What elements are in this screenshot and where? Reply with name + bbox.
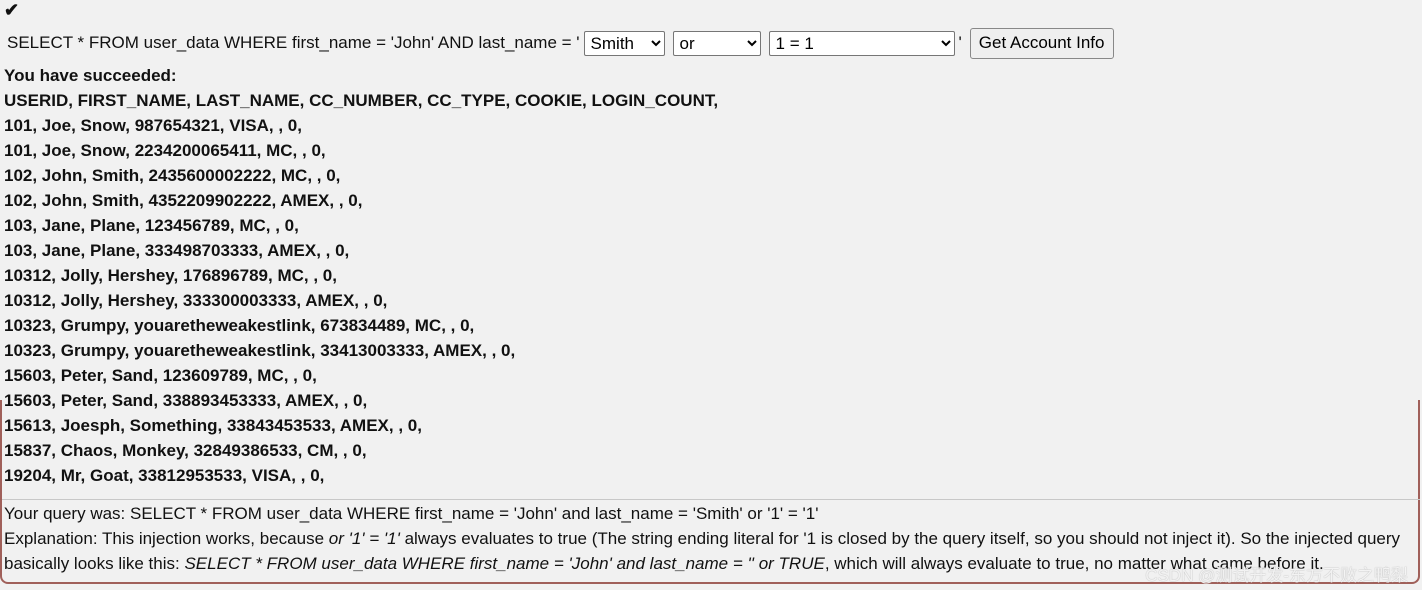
last-name-select[interactable]: Smith — [583, 30, 665, 56]
result-row: 101, Joe, Snow, 987654321, VISA, , 0, — [4, 116, 302, 135]
result-row: 15603, Peter, Sand, 123609789, MC, , 0, — [4, 366, 317, 385]
get-account-info-button[interactable]: Get Account Info — [969, 27, 1114, 59]
query-form: SELECT * FROM user_data WHERE first_name… — [7, 27, 1114, 59]
result-row: 15603, Peter, Sand, 338893453333, AMEX, … — [4, 391, 368, 410]
result-row: 10312, Jolly, Hershey, 333300003333, AME… — [4, 291, 388, 310]
results: You have succeeded: USERID, FIRST_NAME, … — [4, 63, 718, 488]
query-was: Your query was: SELECT * FROM user_data … — [4, 504, 819, 523]
explanation-text: Explanation: This injection works, becau… — [4, 529, 329, 548]
query-prefix: SELECT * FROM user_data WHERE first_name… — [7, 33, 580, 52]
result-row: 15613, Joesph, Something, 33843453533, A… — [4, 416, 422, 435]
query-suffix: ' — [958, 33, 962, 52]
result-row: 10312, Jolly, Hershey, 176896789, MC, , … — [4, 266, 337, 285]
divider — [2, 499, 1420, 500]
result-row: 102, John, Smith, 2435600002222, MC, , 0… — [4, 166, 341, 185]
explanation-em: or '1' = '1' — [328, 529, 400, 548]
success-title: You have succeeded: — [4, 66, 177, 85]
result-row: 101, Joe, Snow, 2234200065411, MC, , 0, — [4, 141, 326, 160]
result-row: 15837, Chaos, Monkey, 32849386533, CM, ,… — [4, 441, 367, 460]
condition-select[interactable]: 1 = 1 — [768, 30, 955, 56]
watermark: CSDN @测试开发-东方不败之鸭梨 — [1145, 566, 1408, 585]
result-row: 103, Jane, Plane, 333498703333, AMEX, , … — [4, 241, 350, 260]
result-row: 103, Jane, Plane, 123456789, MC, , 0, — [4, 216, 299, 235]
checkmark-icon: ✔ — [4, 0, 20, 20]
result-row: 10323, Grumpy, youaretheweakestlink, 673… — [4, 316, 475, 335]
result-row: 102, John, Smith, 4352209902222, AMEX, ,… — [4, 191, 363, 210]
explanation-query: SELECT * FROM user_data WHERE first_name… — [184, 554, 825, 573]
result-row: 10323, Grumpy, youaretheweakestlink, 334… — [4, 341, 516, 360]
results-header: USERID, FIRST_NAME, LAST_NAME, CC_NUMBER… — [4, 91, 719, 110]
operator-select[interactable]: or — [672, 30, 761, 56]
result-row: 19204, Mr, Goat, 33812953533, VISA, , 0, — [4, 466, 325, 485]
